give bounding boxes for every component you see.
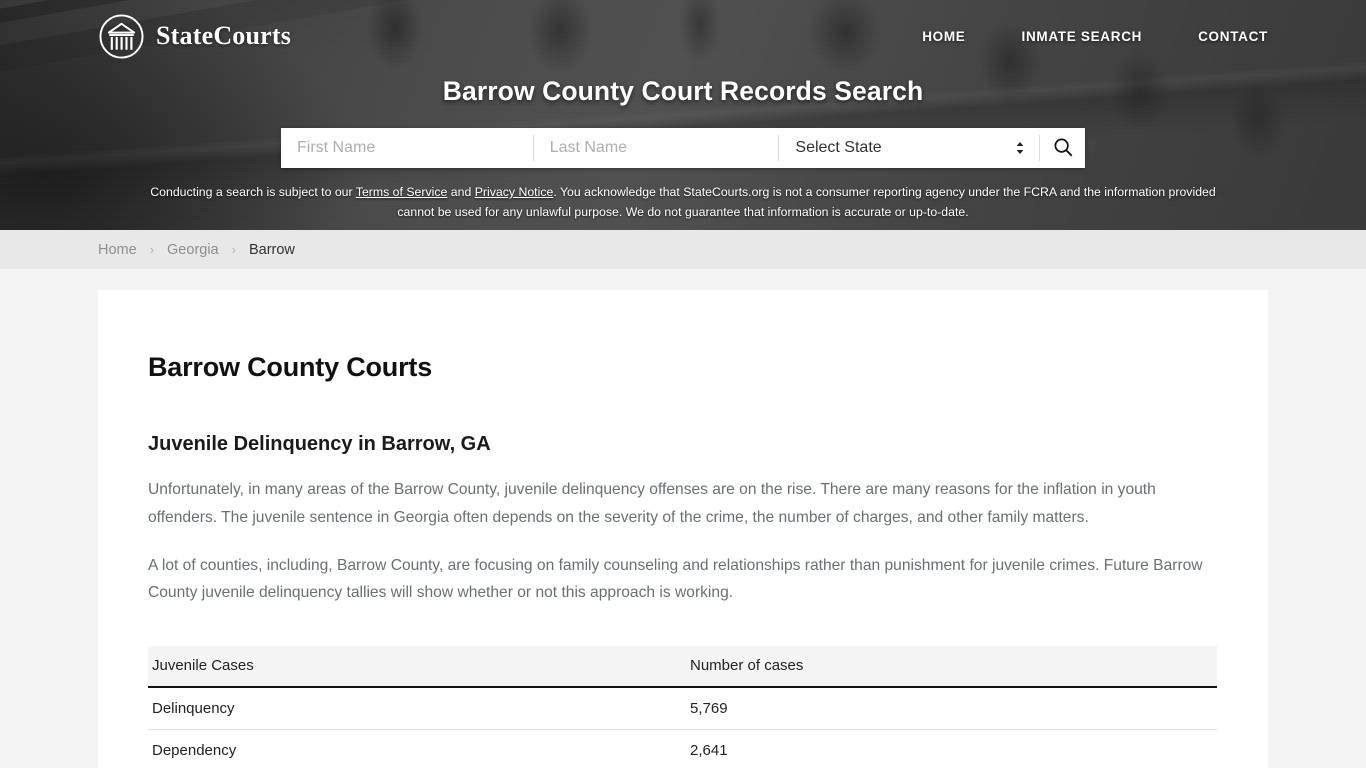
site-logo-link[interactable]: StateCourts: [98, 13, 291, 60]
first-name-input[interactable]: [281, 128, 533, 168]
last-name-input[interactable]: [533, 128, 779, 168]
table-head: Juvenile Cases Number of cases: [148, 646, 1217, 688]
juvenile-cases-table: Juvenile Cases Number of cases Delinquen…: [148, 646, 1217, 768]
record-search-form: Select State: [281, 128, 1085, 168]
content-card: Barrow County Courts Juvenile Delinquenc…: [98, 290, 1268, 768]
cell-case-count: 2,641: [686, 729, 1217, 768]
section-title-juvenile-delinquency: Juvenile Delinquency in Barrow, GA: [148, 433, 491, 455]
top-navigation-bar: StateCourts HOME INMATE SEARCH CONTACT: [0, 0, 1366, 72]
cell-case-count: 5,769: [686, 687, 1217, 730]
paragraph-1: Unfortunately, in many areas of the Barr…: [148, 481, 1156, 526]
breadcrumb: Home › Georgia › Barrow: [0, 230, 1366, 269]
table-header-number: Number of cases: [686, 646, 1217, 688]
breadcrumb-separator: ›: [231, 242, 236, 257]
nav-item-contact[interactable]: CONTACT: [1198, 29, 1268, 44]
hero-title: Barrow County Court Records Search: [442, 76, 924, 106]
table-header-cases: Juvenile Cases: [148, 646, 686, 688]
cell-case-type: Dependency: [148, 729, 686, 768]
nav-item-inmate-search[interactable]: INMATE SEARCH: [1022, 29, 1143, 44]
breadcrumb-item-georgia[interactable]: Georgia: [167, 242, 219, 258]
search-button[interactable]: [1040, 128, 1085, 168]
state-select-value: Select State: [795, 139, 882, 156]
state-select[interactable]: Select State: [779, 128, 1039, 168]
page-body: Barrow County Courts Juvenile Delinquenc…: [0, 269, 1366, 768]
breadcrumb-item-home[interactable]: Home: [98, 242, 137, 258]
nav-item-home[interactable]: HOME: [922, 29, 965, 44]
table-header-row: Juvenile Cases Number of cases: [148, 646, 1217, 688]
table-body: Delinquency 5,769 Dependency 2,641: [148, 687, 1217, 768]
breadcrumb-separator: ›: [149, 242, 155, 257]
paragraph-2: A lot of counties, including, Barrow Cou…: [148, 556, 1203, 602]
privacy-notice-link[interactable]: Privacy Notice: [475, 185, 554, 199]
courthouse-circle-icon: [98, 13, 145, 60]
table-row: Dependency 2,641: [148, 729, 1217, 768]
disclaimer-part-2: and: [447, 185, 475, 199]
page-title: Barrow County Courts: [148, 352, 433, 382]
site-header: StateCourts HOME INMATE SEARCH CONTACT B…: [0, 0, 1366, 230]
brand-name: StateCourts: [156, 21, 292, 50]
disclaimer-part-1: Conducting a search is subject to our: [150, 185, 356, 199]
search-icon: [1052, 136, 1074, 161]
up-down-chevron-icon: [1015, 141, 1025, 155]
terms-of-service-link[interactable]: Terms of Service: [356, 185, 448, 199]
search-disclaimer: Conducting a search is subject to our Te…: [133, 183, 1233, 223]
breadcrumb-item-barrow: Barrow: [248, 241, 295, 258]
main-nav: HOME INMATE SEARCH CONTACT: [922, 29, 1268, 44]
cell-case-type: Delinquency: [148, 687, 686, 730]
table-row: Delinquency 5,769: [148, 687, 1217, 730]
